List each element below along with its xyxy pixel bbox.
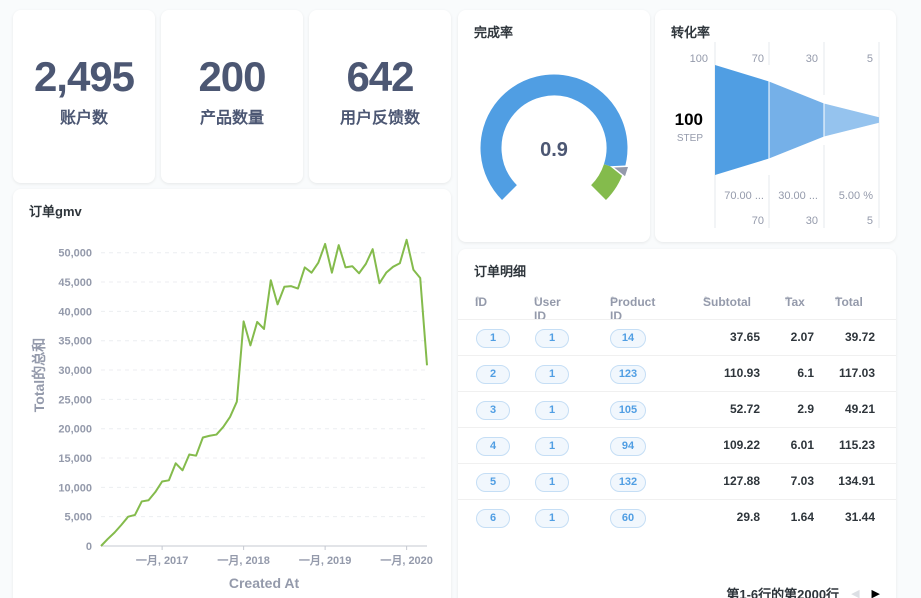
chevron-left-icon[interactable]: ◀ — [851, 587, 859, 598]
id-link[interactable]: 3 — [476, 401, 510, 420]
y-tick-label: 5,000 — [64, 512, 92, 524]
funnel-top-value: 70 — [752, 53, 764, 65]
funnel-percent: 5.00 % — [839, 190, 873, 202]
funnel-bottom-value: 70 — [752, 215, 764, 227]
pagination-text: 第1-6行的第2000行 — [726, 587, 840, 598]
tax-cell: 2.07 — [790, 330, 814, 344]
funnel-percent: 70.00 ... — [724, 190, 764, 202]
y-tick-label: 10,000 — [58, 482, 92, 494]
funnel-bottom-value: 30 — [806, 215, 818, 227]
tax-cell: 2.9 — [797, 402, 814, 416]
total-cell: 134.91 — [838, 474, 875, 488]
y-tick-label: 15,000 — [58, 453, 92, 465]
x-tick-label: 一月, 2019 — [299, 554, 352, 567]
table-row[interactable]: 5 1 132 127.88 7.03 134.91 — [458, 463, 896, 499]
total-cell: 49.21 — [844, 402, 875, 416]
x-tick-label: 一月, 2018 — [217, 554, 270, 567]
y-tick-label: 30,000 — [58, 365, 92, 377]
product-id-link[interactable]: 14 — [610, 329, 646, 348]
subtotal-cell: 29.8 — [736, 510, 760, 524]
product-id-link[interactable]: 60 — [610, 509, 646, 528]
gauge-arc-end — [590, 163, 624, 200]
funnel-segment — [824, 103, 879, 137]
funnel-percent: 30.00 ... — [778, 190, 818, 202]
total-cell: 117.03 — [838, 366, 875, 380]
funnel-bottom-value: 5 — [867, 215, 873, 227]
tax-cell: 6.01 — [790, 438, 814, 452]
x-tick-label: 一月, 2020 — [380, 554, 433, 567]
subtotal-cell: 37.65 — [729, 330, 760, 344]
table-card[interactable]: 订单明细 ^ ID ^ User ID ^ Product ID ^ Subtotal … — [458, 249, 896, 598]
subtotal-cell: 110.93 — [723, 366, 760, 380]
y-tick-label: 45,000 — [58, 277, 92, 289]
x-axis-label: Created At — [229, 575, 300, 591]
total-cell: 39.72 — [844, 330, 875, 344]
y-axis-label: Total的总和 — [31, 338, 47, 412]
product-id-link[interactable]: 105 — [610, 401, 646, 420]
scalar-value: 642 — [346, 53, 414, 101]
y-tick-label: 50,000 — [58, 248, 92, 260]
table-row[interactable]: 6 1 60 29.8 1.64 31.44 — [458, 499, 896, 535]
y-tick-label: 0 — [86, 541, 92, 553]
funnel-top-value: 5 — [867, 53, 873, 65]
funnel-card[interactable]: 转化率 100 70 30 5 100 STEP 70.00 ... 30.00… — [655, 10, 896, 242]
y-tick-label: 20,000 — [58, 424, 92, 436]
user-id-link[interactable]: 1 — [535, 473, 569, 492]
product-id-link[interactable]: 94 — [610, 437, 646, 456]
funnel-head-unit: STEP — [677, 133, 703, 144]
line-chart-card[interactable]: 订单gmv 0 5,000 10,000 15,000 20,000 25,000 30,0… — [13, 189, 451, 598]
scalar-value: 200 — [198, 53, 266, 101]
scalar-card-feedback[interactable]: 642 用户反馈数 — [309, 10, 451, 183]
gauge-chart: 0.9 — [480, 74, 631, 200]
funnel-segment — [715, 65, 769, 175]
total-cell: 31.44 — [844, 510, 875, 524]
funnel-head-value: 100 — [675, 110, 703, 129]
scalar-label: 产品数量 — [199, 109, 264, 127]
id-link[interactable]: 6 — [476, 509, 510, 528]
line-chart: 0 5,000 10,000 15,000 20,000 25,000 30,000 35,0… — [31, 238, 433, 591]
table-row[interactable]: 1 1 14 37.65 2.07 39.72 — [458, 319, 896, 355]
scalar-card-accounts[interactable]: 2,495 账户数 — [13, 10, 155, 183]
table-header: ^ ID ^ User ID ^ Product ID ^ Subtotal ^ Tax … — [475, 295, 863, 323]
total-cell: 115.23 — [838, 438, 875, 452]
funnel-first-label: 100 — [690, 53, 708, 65]
product-id-link[interactable]: 123 — [610, 365, 646, 384]
id-link[interactable]: 4 — [476, 437, 510, 456]
y-tick-label: 35,000 — [58, 336, 92, 348]
chevron-right-icon[interactable]: ▶ — [872, 587, 880, 598]
funnel-chart: 100 70 30 5 100 STEP 70.00 ... 30.00 ...… — [675, 42, 880, 228]
x-tick-label: 一月, 2017 — [136, 554, 189, 567]
subtotal-cell: 109.22 — [723, 438, 760, 452]
gauge-value: 0.9 — [540, 139, 568, 161]
tax-cell: 7.03 — [790, 474, 814, 488]
scalar-card-products[interactable]: 200 产品数量 — [161, 10, 303, 183]
id-link[interactable]: 5 — [476, 473, 510, 492]
product-id-link[interactable]: 132 — [610, 473, 646, 492]
user-id-link[interactable]: 1 — [535, 401, 569, 420]
user-id-link[interactable]: 1 — [535, 509, 569, 528]
id-link[interactable]: 2 — [476, 365, 510, 384]
user-id-link[interactable]: 1 — [535, 329, 569, 348]
gauge-card[interactable]: 完成率 0.9 — [458, 10, 650, 242]
scalar-value: 2,495 — [33, 53, 135, 101]
user-id-link[interactable]: 1 — [535, 437, 569, 456]
funnel-top-value: 30 — [806, 53, 818, 65]
subtotal-cell: 52.72 — [729, 402, 760, 416]
user-id-link[interactable]: 1 — [535, 365, 569, 384]
y-tick-label: 25,000 — [58, 394, 92, 406]
scalar-label: 账户数 — [59, 109, 108, 127]
id-link[interactable]: 1 — [476, 329, 510, 348]
tax-cell: 1.64 — [790, 510, 814, 524]
scalar-label: 用户反馈数 — [339, 109, 420, 127]
table-row[interactable]: 2 1 123 110.93 6.1 117.03 — [458, 355, 896, 391]
pagination: 第1-6行的第2000行 ◀ ▶ — [726, 584, 880, 598]
card-title: 订单明细 — [474, 264, 527, 279]
table-row[interactable]: 4 1 94 109.22 6.01 115.23 — [458, 427, 896, 463]
subtotal-cell: 127.88 — [723, 474, 760, 488]
tax-cell: 6.1 — [797, 366, 814, 380]
table-row[interactable]: 3 1 105 52.72 2.9 49.21 — [458, 391, 896, 427]
funnel-segment — [769, 81, 824, 159]
y-tick-label: 40,000 — [58, 306, 92, 318]
